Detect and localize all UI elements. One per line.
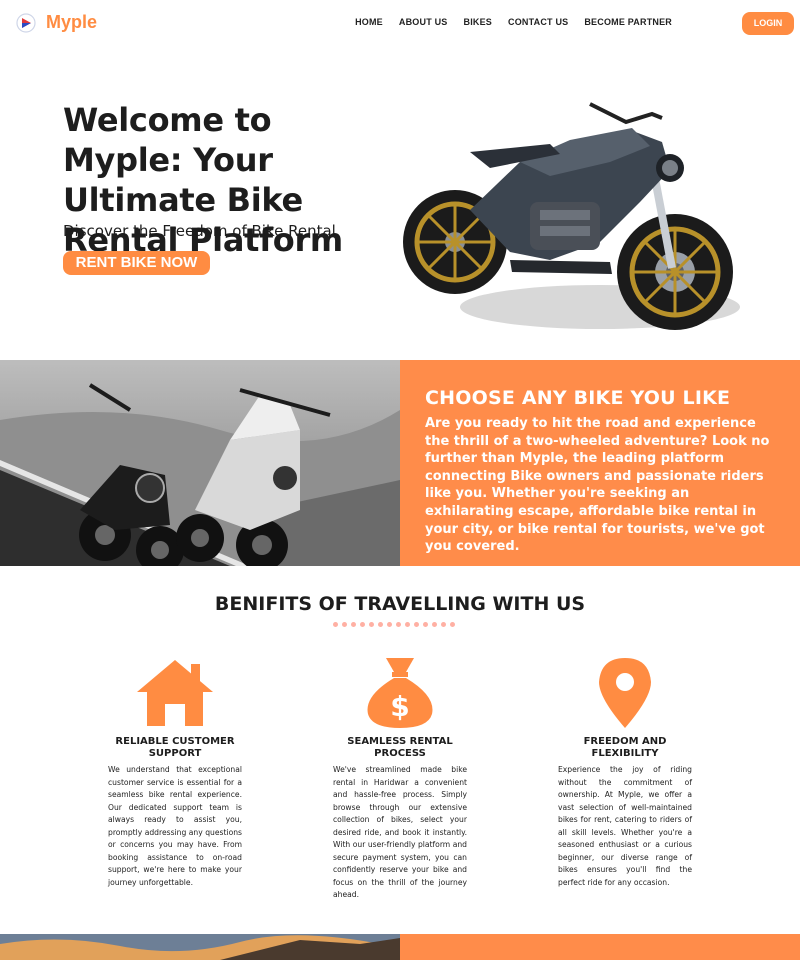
landscape-photo xyxy=(0,934,400,960)
money-bag-icon: $ xyxy=(367,658,433,728)
login-button[interactable]: LOGIN xyxy=(742,12,794,35)
benefit-text: We understand that exceptional customer … xyxy=(108,765,242,887)
navbar: Myple HOME ABOUT US BIKES CONTACT US BEC… xyxy=(0,0,800,48)
choose-title: CHOOSE ANY BIKE YOU LIKE xyxy=(425,387,731,409)
benefit-heading: FREEDOM AND FLEXIBILITY xyxy=(583,736,667,759)
hero-subtitle: Discover the Freedom of Bike Rental xyxy=(63,222,336,240)
benefit-card: RELIABLE CUSTOMER SUPPORT We understand … xyxy=(108,656,242,889)
benefit-text: Experience the joy of riding without the… xyxy=(558,765,692,887)
nav-home[interactable]: HOME xyxy=(355,17,383,27)
motorcycle-image xyxy=(403,102,740,330)
house-icon xyxy=(137,660,213,726)
svg-text:$: $ xyxy=(390,690,409,723)
benefits-title: BENIFITS OF TRAVELLING WITH US xyxy=(214,593,586,615)
location-pin-icon xyxy=(599,658,651,728)
benefit-heading: RELIABLE CUSTOMER SUPPORT xyxy=(115,736,235,759)
nav-contact-us[interactable]: CONTACT US xyxy=(508,17,568,27)
choose-description: Are you ready to hit the road and experi… xyxy=(425,416,770,555)
orange-panel xyxy=(400,934,800,960)
benefit-card: $ SEAMLESS RENTAL PROCESS We've streamli… xyxy=(333,656,467,902)
nav-bikes[interactable]: BIKES xyxy=(464,17,493,27)
brand-logo[interactable]: Myple xyxy=(16,12,97,33)
motorcycles-photo xyxy=(0,360,400,566)
nav-menu: HOME ABOUT US BIKES CONTACT US BECOME PA… xyxy=(355,17,672,27)
choose-bike-section: CHOOSE ANY BIKE YOU LIKE Are you ready t… xyxy=(400,360,800,566)
logo-icon xyxy=(16,12,36,33)
benefit-text: We've streamlined made bike rental in Ha… xyxy=(333,765,467,899)
nav-become-partner[interactable]: BECOME PARTNER xyxy=(584,17,672,27)
decorative-dots xyxy=(333,622,455,627)
nav-about-us[interactable]: ABOUT US xyxy=(399,17,448,27)
brand-name: Myple xyxy=(46,12,98,32)
rent-bike-now-button[interactable]: RENT BIKE NOW xyxy=(63,251,210,275)
benefit-heading: SEAMLESS RENTAL PROCESS xyxy=(347,736,453,759)
benefit-card: FREEDOM AND FLEXIBILITY Experience the j… xyxy=(558,656,692,889)
